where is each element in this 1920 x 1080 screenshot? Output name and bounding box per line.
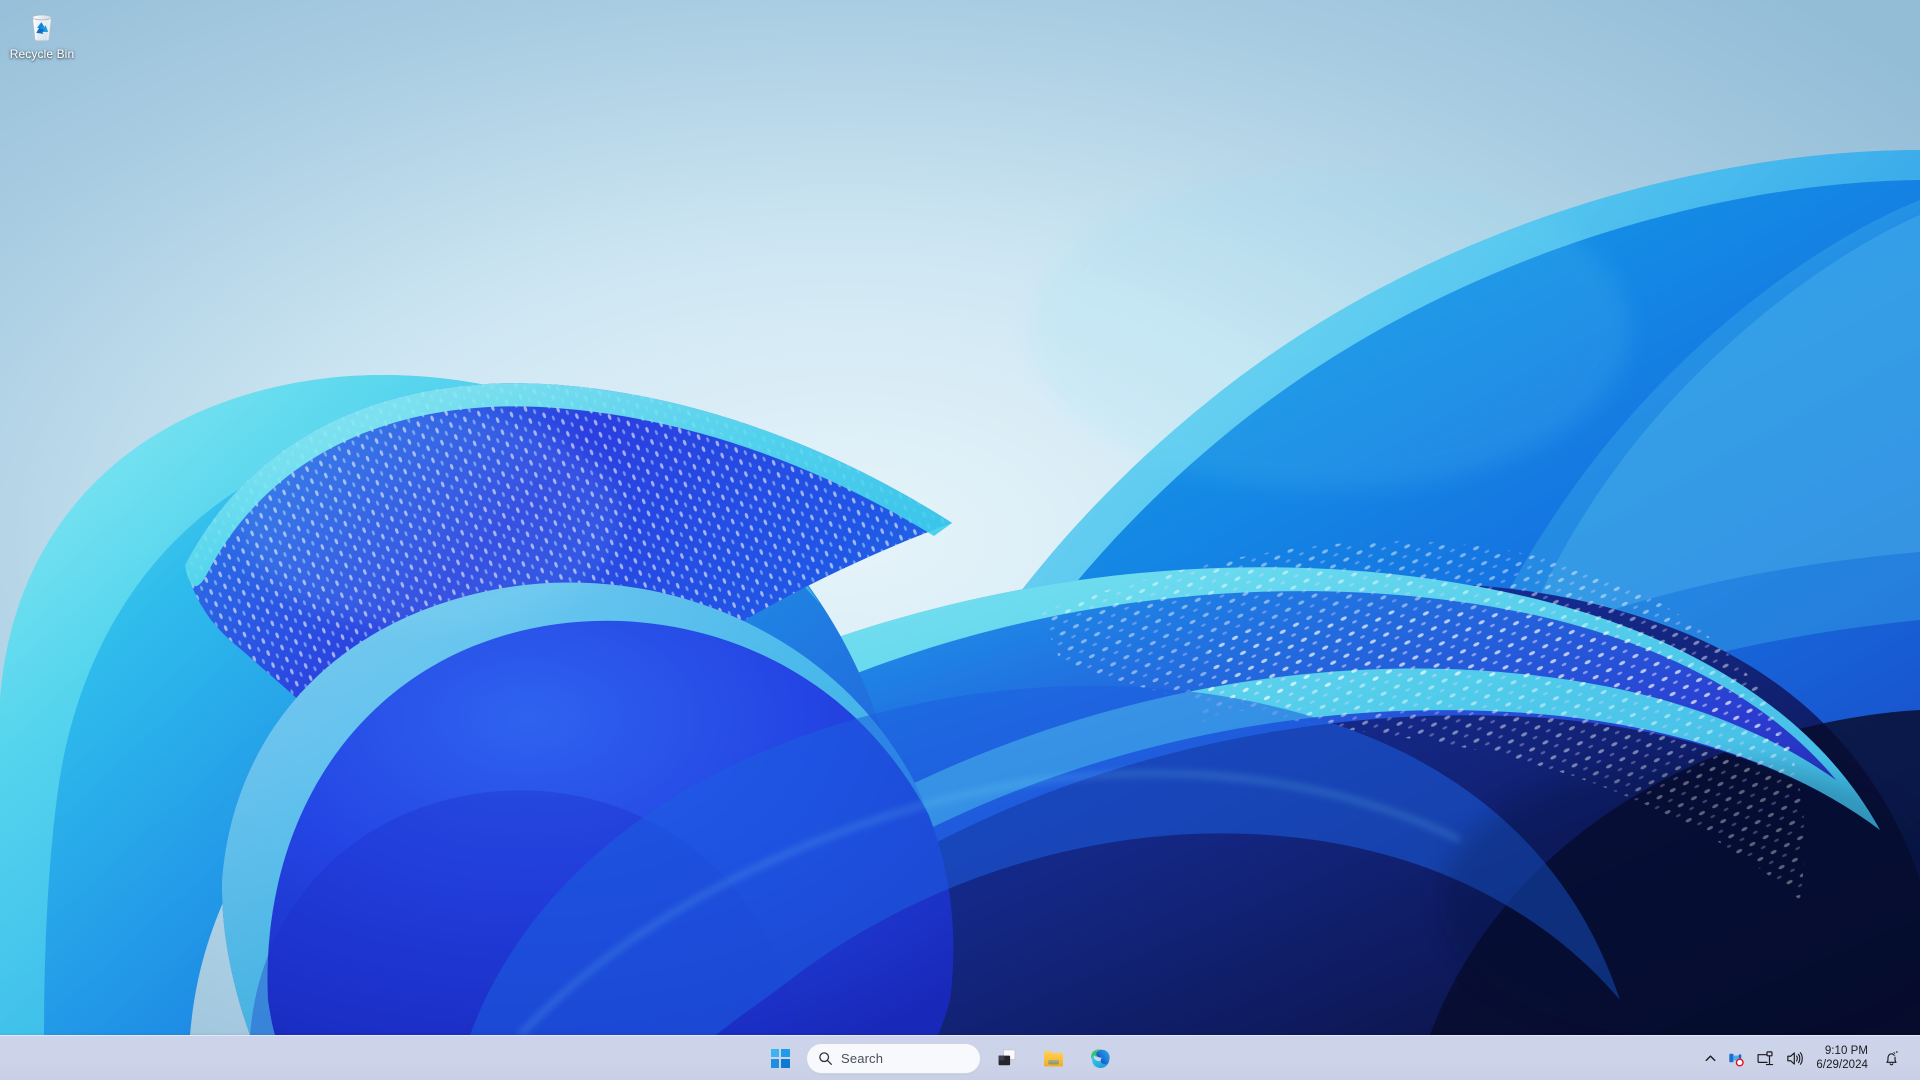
taskbar-app-task-view[interactable] — [987, 1038, 1027, 1078]
clock-date: 6/29/2024 — [1816, 1059, 1868, 1071]
taskbar-left-spacer — [0, 1036, 760, 1080]
bell-sleep-icon: z z — [1886, 1049, 1898, 1065]
notification-center-button[interactable]: z z — [1877, 1040, 1906, 1076]
edge-icon — [1090, 1048, 1110, 1068]
taskbar-clock[interactable]: 9:10 PM 6/29/2024 — [1809, 1040, 1877, 1076]
chevron-up-icon — [1705, 1054, 1716, 1061]
taskbar-app-microsoft-edge[interactable] — [1079, 1038, 1119, 1078]
desktop-icon-grid: Recycle Bin — [0, 0, 300, 600]
tray-overflow-button[interactable] — [1699, 1040, 1722, 1076]
desktop-icon-label: Recycle Bin — [9, 47, 75, 61]
speaker-icon — [1787, 1051, 1804, 1065]
search-placeholder: Search — [841, 1050, 884, 1066]
taskbar-center-group: Search — [760, 1036, 1119, 1080]
tray-icon-network[interactable] — [1751, 1040, 1780, 1076]
tray-icon-network-status[interactable] — [1722, 1040, 1751, 1076]
taskbar[interactable]: Search 9:10 PM 6/29/2024 z z — [0, 1035, 1920, 1080]
tray-icon-volume[interactable] — [1780, 1040, 1809, 1076]
task-view-icon — [998, 1049, 1016, 1066]
clock-time: 9:10 PM — [1824, 1045, 1868, 1057]
search-icon — [819, 1051, 832, 1065]
desktop-icon-recycle-bin[interactable]: Recycle Bin — [4, 6, 80, 64]
desktop[interactable]: Recycle Bin — [0, 0, 1920, 1035]
windows-logo-icon — [770, 1048, 790, 1068]
start-button[interactable] — [760, 1038, 800, 1078]
network-error-icon — [1729, 1053, 1745, 1067]
ethernet-icon — [1757, 1050, 1774, 1065]
search-input[interactable]: Search — [806, 1042, 981, 1074]
folder-icon — [1043, 1050, 1063, 1066]
show-desktop-button[interactable] — [1908, 1040, 1914, 1076]
svg-text:z: z — [1896, 1049, 1898, 1054]
recycle-bin-icon — [25, 10, 59, 44]
taskbar-app-file-explorer[interactable] — [1033, 1038, 1073, 1078]
system-tray: 9:10 PM 6/29/2024 z z — [1699, 1036, 1920, 1080]
